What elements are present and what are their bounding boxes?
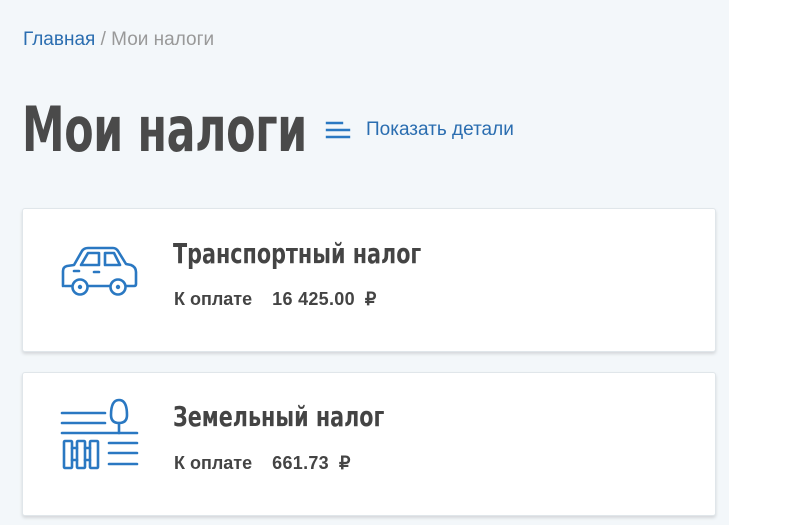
breadcrumb-home-link[interactable]: Главная [23,29,95,50]
page-title: Мои налоги [22,93,307,166]
show-details-label: Показать детали [366,119,514,140]
amount-row: К оплате 16 425.00 ₽ [174,288,376,310]
ruble-icon: ₽ [364,289,377,309]
tax-card-land[interactable]: Земельный налог К оплате 661.73 ₽ [22,372,716,516]
main-panel: Главная / Мои налоги Мои налоги Показать… [0,0,729,525]
show-details-button[interactable]: Показать детали [325,117,514,143]
tax-title: Транспортный налог [173,237,422,270]
tax-title: Земельный налог [173,400,385,433]
pay-label: К оплате [174,289,253,309]
amount-value: 16 425.00 [272,289,355,309]
tax-card-transport[interactable]: Транспортный налог К оплате 16 425.00 ₽ [22,208,716,352]
menu-lines-icon [325,121,351,139]
breadcrumb-current: Мои налоги [111,29,215,50]
car-icon [61,246,138,296]
breadcrumb: Главная / Мои налоги [23,29,214,51]
pay-label: К оплате [174,453,253,473]
land-fence-tree-icon [60,398,139,470]
ruble-icon: ₽ [339,453,351,473]
amount-value: 661.73 [272,453,329,473]
amount-row: К оплате 661.73 ₽ [174,452,350,474]
breadcrumb-separator: / [95,29,112,50]
